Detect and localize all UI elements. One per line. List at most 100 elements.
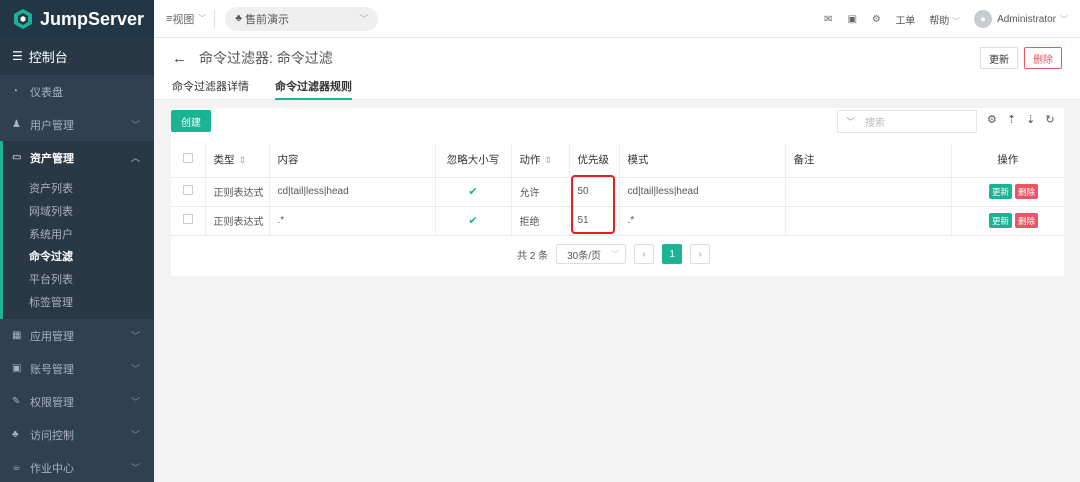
page-size-select[interactable]: 30条/页 ﹀ (556, 244, 627, 264)
upload-icon[interactable]: ⇡ (1007, 113, 1016, 126)
ticket-link[interactable]: 工单 (895, 12, 915, 27)
cell-pattern: cd|tail|less|head (619, 177, 786, 207)
sidebar-item-permissions[interactable]: ✎ 权限管理 ﹀ (0, 385, 154, 418)
terminal-icon[interactable]: ▣ (847, 14, 857, 25)
sidebar-item-label: 用户管理 (30, 119, 74, 132)
priority-highlight-box (571, 175, 615, 234)
chevron-down-icon: ﹀ (130, 120, 140, 130)
download-icon[interactable]: ⇣ (1026, 113, 1035, 126)
avatar: ● (974, 10, 993, 28)
cell-pattern: .* (619, 206, 786, 236)
arrow-left-icon[interactable]: ← (172, 50, 187, 67)
console-switch[interactable]: ☰ 控制台 (0, 38, 154, 75)
table-row: 正则表达式 cd|tail|less|head ✔ 允许 50 cd|tail|… (171, 177, 1064, 207)
row-checkbox[interactable] (183, 185, 193, 195)
chevron-down-icon: ﹀ (1060, 14, 1068, 24)
table-tools: ⚙ ⇡ ⇣ ↻ (987, 113, 1055, 126)
logo[interactable]: JumpServer (0, 0, 154, 38)
row-select-cell (171, 177, 206, 207)
chevron-down-icon: ﹀ (130, 430, 140, 441)
col-priority: 优先级 (569, 143, 620, 178)
sidebar-item-label: 仪表盘 (30, 86, 63, 99)
pagination: 共 2 条 30条/页 ﹀ ‹ 1 › (517, 244, 711, 264)
sliders-icon: ☰ (12, 49, 23, 63)
cell-comment (785, 177, 952, 207)
sidebar-item-dashboard[interactable]: ◔ 仪表盘 (0, 75, 154, 108)
refresh-icon[interactable]: ↻ (1045, 113, 1054, 126)
org-select[interactable]: ♣ 售前演示 ﹀ (225, 6, 379, 31)
jumpserver-logo-icon (14, 9, 32, 29)
update-button[interactable]: 更新 (980, 47, 1018, 69)
row-delete-button[interactable]: 删除 (1014, 213, 1038, 228)
delete-button[interactable]: 删除 (1024, 47, 1062, 69)
next-page-button[interactable]: › (690, 244, 711, 264)
sidebar-item-label: 权限管理 (30, 396, 74, 409)
dashboard-icon: ◔ (12, 86, 19, 97)
assets-submenu: 资产列表 网域列表 系统用户 命令过滤 平台列表 标签管理 (0, 174, 154, 320)
select-all-cell (171, 143, 206, 178)
select-all-checkbox[interactable] (183, 153, 193, 164)
sidebar-item-label: 应用管理 (30, 330, 74, 343)
cell-content: cd|tail|less|head (269, 177, 436, 207)
col-pattern: 模式 (619, 143, 786, 178)
sidebar-item-label: 资产管理 (30, 152, 74, 165)
page-number-button[interactable]: 1 (662, 244, 683, 264)
chevron-down-icon: ﹀ (130, 463, 140, 474)
submenu-asset-list[interactable]: 资产列表 (3, 177, 154, 200)
sidebar-item-assets[interactable]: ▭ 资产管理 ︿ (0, 141, 154, 174)
submenu-label-manage[interactable]: 标签管理 (3, 290, 154, 313)
brand-name: JumpServer (40, 8, 145, 29)
row-select-cell (171, 206, 206, 236)
user-name: Administrator (997, 13, 1056, 25)
sidebar-item-users[interactable]: ♟ 用户管理 ﹀ (0, 108, 154, 141)
total-count: 共 2 条 (517, 250, 549, 262)
user-menu[interactable]: ● Administrator ﹀ (974, 10, 1068, 28)
sort-icon: ⇕ (544, 155, 553, 166)
prev-page-button[interactable]: ‹ (634, 244, 655, 264)
submenu-platform-list[interactable]: 平台列表 (3, 268, 154, 291)
col-type[interactable]: 类型 ⇕ (205, 143, 270, 178)
col-ignore-case: 忽略大小写 (435, 143, 512, 178)
chevron-down-icon: ﹀ (359, 14, 369, 24)
sidebar-item-label: 访问控制 (30, 429, 74, 442)
chevron-down-icon: ﹀ (130, 364, 140, 375)
sidebar-item-accounts[interactable]: ▣ 账号管理 ﹀ (0, 352, 154, 385)
create-button[interactable]: 创建 (171, 110, 211, 132)
chevron-down-icon: ﹀ (198, 14, 207, 23)
view-switch[interactable]: ≡ 视图 ﹀ (166, 9, 216, 28)
cell-content: .* (269, 206, 436, 236)
submenu-system-users[interactable]: 系统用户 (3, 222, 154, 245)
gear-icon[interactable]: ⚙ (987, 113, 997, 126)
cell-type: 正则表达式 (205, 177, 270, 207)
chevron-down-icon: ﹀ (952, 16, 961, 26)
submenu-command-filter[interactable]: 命令过滤 (3, 245, 154, 268)
check-icon: ✔ (468, 186, 478, 198)
sort-icon: ⇕ (238, 155, 247, 166)
row-update-button[interactable]: 更新 (988, 213, 1012, 228)
org-name: 售前演示 (244, 13, 289, 26)
sidebar-item-label: 账号管理 (30, 363, 74, 376)
row-update-button[interactable]: 更新 (988, 184, 1012, 199)
row-checkbox[interactable] (183, 214, 193, 224)
sidebar-item-applications[interactable]: ▦ 应用管理 ﹀ (0, 319, 154, 352)
help-menu[interactable]: 帮助 ﹀ (929, 12, 960, 27)
sidebar: JumpServer ☰ 控制台 ◔ 仪表盘 ♟ 用户管理 ﹀ ▭ 资产管理 ︿… (0, 0, 154, 482)
col-content: 内容 (269, 143, 436, 178)
table-header-row: 类型 ⇕ 内容 忽略大小写 动作 ⇕ 优先级 模式 备注 操作 (171, 143, 1064, 178)
col-action[interactable]: 动作 ⇕ (511, 143, 570, 178)
title-row: ← 命令过滤器: 命令过滤 (172, 48, 333, 68)
coffee-icon: ☕ (12, 462, 21, 474)
sidebar-item-job-center[interactable]: ☕ 作业中心 ﹀ (0, 451, 154, 482)
sidebar-item-access-control[interactable]: ♣ 访问控制 ﹀ (0, 418, 154, 451)
gear-icon[interactable]: ⚙ (871, 14, 881, 25)
submenu-domain-list[interactable]: 网域列表 (3, 200, 154, 223)
col-action-label: 动作 (519, 154, 541, 167)
cell-action: 拒绝 (511, 206, 570, 236)
check-icon: ✔ (468, 215, 478, 227)
row-delete-button[interactable]: 删除 (1014, 184, 1038, 199)
mail-icon[interactable]: ✉ (823, 14, 833, 25)
tab-filter-rules[interactable]: 命令过滤器规则 (275, 78, 352, 100)
search-input[interactable]: ﹀ 搜索 (837, 110, 977, 133)
col-operations: 操作 (951, 143, 1064, 178)
tab-filter-detail[interactable]: 命令过滤器详情 (172, 78, 249, 100)
